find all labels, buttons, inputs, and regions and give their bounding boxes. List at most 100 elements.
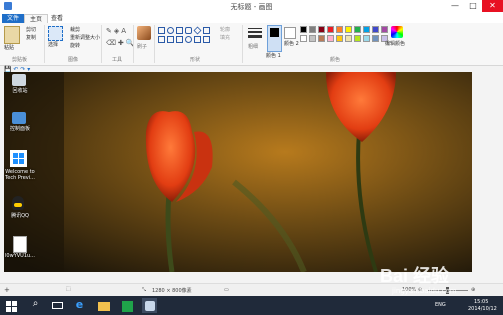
rectangle-shape-icon[interactable] [176,27,183,34]
palette-color-swatch[interactable] [345,35,352,42]
desktop-label[interactable]: Welcome to Tech Previ... [2,169,38,181]
shape-outline-button[interactable]: 轮廓 [220,26,230,33]
palette-color-swatch[interactable] [327,35,334,42]
edit-colors-button[interactable]: 编辑颜色 [385,40,405,47]
desktop-label[interactable]: l0wYVU1u... [2,253,38,259]
tab-file[interactable]: 文件 [2,14,25,23]
clock-date[interactable]: 2014/10/12 [468,306,497,312]
tools-icons[interactable]: ✎◈A [106,27,128,35]
oval-shape-icon[interactable] [167,27,174,34]
palette-color-swatch[interactable] [309,26,316,33]
ribbon-divider [154,25,155,63]
palette-color-swatch[interactable] [372,35,379,42]
palette-color-swatch[interactable] [309,35,316,42]
close-button[interactable]: ✕ [482,0,503,12]
paint-window: 无标题 - 画图 — □ ✕ 文件 主页 查看 粘贴 剪切 复制 剪贴板 选择 … [0,0,503,297]
color2-label: 颜色 2 [284,41,299,47]
desktop-icons: 回收站 控制面板 Welcome to Tech Previ... 腾讯QQ l… [2,72,40,272]
rounded-rect-shape-icon[interactable] [185,27,192,34]
windows-logo-icon[interactable] [10,150,27,167]
task-view-icon[interactable] [50,298,65,313]
arrow-shape-icon[interactable] [167,36,174,43]
search-icon[interactable]: ⌕ [28,298,43,313]
ribbon-divider [44,25,45,63]
paint-taskbar-icon[interactable] [142,298,157,313]
ribbon-divider [133,25,134,63]
select-button[interactable]: 选择 [48,41,58,48]
desktop-label[interactable]: 腾讯QQ [2,212,38,219]
color1-swatch [270,28,279,37]
clipboard-group-label: 剪贴板 [12,57,28,63]
recycle-bin-icon[interactable] [12,74,26,86]
color2-swatch[interactable] [284,27,296,39]
canvas-dimensions: 1280 × 800像素 [152,288,192,294]
crop-button[interactable]: 裁剪 [70,26,80,33]
polygon-shape-icon[interactable] [203,27,210,34]
palette-color-swatch[interactable] [300,26,307,33]
language-indicator[interactable]: ENG [435,302,446,308]
palette-color-swatch[interactable] [363,26,370,33]
ribbon-divider [101,25,102,63]
tools-icons-row2[interactable]: ⌫✚🔍 [106,39,136,47]
color1-selector[interactable] [267,25,282,52]
file-explorer-icon[interactable] [96,298,111,313]
desktop-label[interactable]: 控制面板 [2,125,38,132]
size-button-label[interactable]: 粗细 [248,43,258,50]
edit-colors-icon[interactable] [391,26,403,38]
palette-color-swatch[interactable] [354,26,361,33]
palette-color-swatch[interactable] [318,35,325,42]
ribbon: 粘贴 剪切 复制 剪贴板 选择 裁剪 重新调整大小 旋转 图像 ✎◈A ⌫✚🔍 … [0,23,503,66]
color1-label: 颜色 1 [266,53,281,59]
palette-color-swatch[interactable] [336,26,343,33]
color-palette [300,26,390,44]
palette-color-swatch[interactable] [327,26,334,33]
palette-color-swatch[interactable] [345,26,352,33]
desktop-label[interactable]: 回收站 [2,87,38,94]
qq-penguin-icon[interactable] [12,196,24,210]
palette-color-swatch[interactable] [363,35,370,42]
heart-shape-icon[interactable] [194,36,201,43]
lightning-shape-icon[interactable] [203,36,210,43]
tab-view[interactable]: 查看 [46,14,68,23]
maximize-button[interactable]: □ [464,0,482,12]
resize-button[interactable]: 重新调整大小 [70,34,100,41]
line-shape-icon[interactable] [158,27,165,34]
store-icon[interactable] [120,298,135,313]
paste-icon[interactable] [4,26,20,44]
shapes-gallery[interactable] [158,26,216,49]
size-line-thin[interactable] [248,28,262,29]
minimize-button[interactable]: — [446,0,464,12]
clock-time[interactable]: 15:05 [474,299,488,305]
diamond-shape-icon[interactable] [193,26,202,35]
tools-group-label: 工具 [112,57,123,63]
start-button[interactable] [4,298,19,313]
palette-color-swatch[interactable] [336,35,343,42]
watermark-url: jingyan.baidu.com [392,287,457,295]
zoom-in-button[interactable]: ⊕ [471,287,475,293]
palette-color-swatch[interactable] [354,35,361,42]
control-panel-icon[interactable] [12,112,26,124]
rotate-button[interactable]: 旋转 [70,42,80,49]
palette-color-swatch[interactable] [318,26,325,33]
brushes-button-label[interactable]: 刷子 [137,43,147,50]
size-line-thick[interactable] [248,35,262,38]
triangle-shape-icon[interactable] [158,36,165,43]
paste-button[interactable]: 粘贴 [4,44,14,51]
select-icon[interactable] [48,26,63,41]
shape-fill-button[interactable]: 填充 [220,34,230,41]
size-line-medium[interactable] [248,31,262,33]
window-title: 无标题 - 画图 [230,3,273,11]
palette-color-swatch[interactable] [300,35,307,42]
copy-button[interactable]: 复制 [26,34,36,41]
cut-button[interactable]: 剪切 [26,26,36,33]
palette-color-swatch[interactable] [381,26,388,33]
palette-color-swatch[interactable] [372,26,379,33]
drawing-canvas[interactable] [4,72,472,272]
star-shape-icon[interactable] [176,36,183,43]
callout-shape-icon[interactable] [185,36,192,43]
baidu-watermark: Bai 经验 [380,266,450,286]
brushes-icon[interactable] [137,26,151,40]
internet-explorer-icon[interactable]: e [72,298,87,313]
document-icon[interactable] [13,236,27,253]
select-size-icon: ⬚ [66,286,71,292]
